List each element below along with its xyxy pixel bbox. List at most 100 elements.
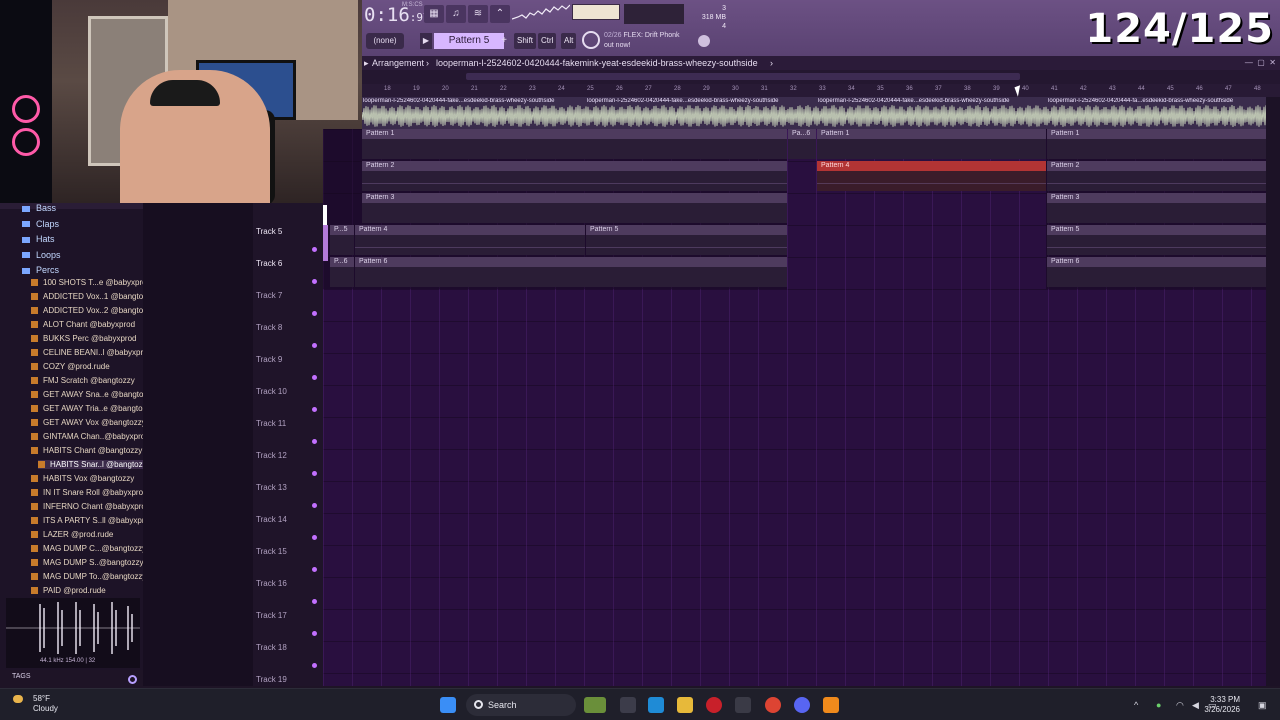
shift-button[interactable]: Shift (514, 33, 537, 49)
browser-sample-item[interactable]: CELINE BEANI..l @babyxprod (31, 348, 152, 357)
browser-sample-item[interactable]: FMJ Scratch @bangtozzy (31, 376, 135, 385)
discord-icon[interactable] (794, 697, 810, 713)
flex-icon[interactable] (582, 31, 600, 49)
chevron-up-icon[interactable]: ^ (1134, 700, 1138, 710)
browser-sample-item[interactable]: GINTAMA Chan..@babyxprod (31, 432, 150, 441)
windows-start-icon[interactable] (440, 697, 456, 713)
browser-sample-item[interactable]: PAID @prod.rude (31, 586, 106, 595)
add-pattern-button[interactable]: + (498, 33, 510, 49)
pattern-clip[interactable]: Pattern 2 (1047, 161, 1266, 191)
pattern-clip[interactable]: Pattern 6 (1047, 257, 1266, 287)
track-name[interactable]: Track 19 (256, 675, 287, 684)
track-name[interactable]: Track 18 (256, 643, 287, 652)
track-mute-dot[interactable] (312, 535, 317, 540)
pattern-clip[interactable]: Pattern 1 (362, 129, 787, 159)
browser-sample-item[interactable]: MAG DUMP C...@bangtozzy (31, 544, 146, 553)
track-name[interactable]: Track 14 (256, 515, 287, 524)
vertical-scrollbar[interactable] (1266, 97, 1280, 686)
track-mute-dot[interactable] (312, 279, 317, 284)
browser-folder[interactable]: Percs (22, 265, 59, 275)
browser-sample-item[interactable]: IN IT Snare Roll @babyxprod (31, 488, 147, 497)
browser-sample-item[interactable]: GET AWAY Tria..e @bangtozzy (31, 404, 155, 413)
browser-sample-item[interactable]: LAZER @prod.rude (31, 530, 113, 539)
pattern-clip[interactable]: P...6 (330, 257, 354, 287)
pattern-clip-selected[interactable]: Pattern 4 (817, 161, 1046, 191)
pattern-clip[interactable]: Pattern 5 (1047, 225, 1266, 255)
track-name[interactable]: Track 5 (256, 227, 282, 236)
timeline-ruler[interactable]: 18 19 20 21 22 23 24 25 26 27 28 29 30 31 32 33 34 35 36 37… (362, 84, 1280, 97)
pattern-clip[interactable]: P...5 (330, 225, 354, 255)
track-name[interactable]: Track 9 (256, 355, 282, 364)
scrollbar-thumb[interactable] (466, 73, 1020, 80)
browser-sample-item[interactable]: HABITS Snar..l @bangtozzy (38, 460, 155, 469)
master-volume-slider[interactable] (572, 4, 620, 20)
browser-sample-item[interactable]: GET AWAY Sna..e @bangtozzy (31, 390, 155, 399)
browser-sample-item[interactable]: ITS A PARTY S..ll @babyxprod (31, 516, 153, 525)
browser-sample-item[interactable]: INFERNO Chant @babyxprod (31, 502, 150, 511)
track-name[interactable]: Track 10 (256, 387, 287, 396)
browser-sample-item[interactable]: GET AWAY Vox @bangtozzy (31, 418, 146, 427)
fl-studio-icon[interactable] (823, 697, 839, 713)
wifi-icon[interactable]: ◠ (1176, 700, 1184, 711)
chrome-icon[interactable] (765, 697, 781, 713)
track-mute-dot[interactable] (312, 439, 317, 444)
track-mute-dot[interactable] (312, 567, 317, 572)
track-name[interactable]: Track 13 (256, 483, 287, 492)
file-explorer-icon[interactable] (677, 697, 693, 713)
search-icon[interactable] (128, 675, 137, 684)
pattern-clip[interactable]: Pattern 5 (586, 225, 787, 255)
track-mute-dot[interactable] (312, 247, 317, 252)
settings-icon[interactable] (698, 35, 710, 47)
system-clock[interactable]: 3:33 PM 3/26/2026 (1204, 695, 1240, 715)
track-mute-dot[interactable] (312, 663, 317, 668)
audio-clip-track[interactable]: looperman-l-2524602-0420444-fake...esdee… (362, 97, 1266, 129)
track-name[interactable]: Track 12 (256, 451, 287, 460)
microphone-icon[interactable]: ● (1156, 700, 1161, 710)
track-name[interactable]: Track 7 (256, 291, 282, 300)
track-name[interactable]: Track 8 (256, 323, 282, 332)
copilot-icon[interactable] (648, 697, 664, 713)
pattern-clip[interactable]: Pattern 1 (817, 129, 1046, 159)
browser-folder[interactable]: Bass (22, 203, 56, 213)
track-name[interactable]: Track 6 (256, 259, 282, 268)
browser-folder[interactable]: Loops (22, 250, 61, 260)
ctrl-button[interactable]: Ctrl (538, 33, 557, 49)
track-mute-dot[interactable] (312, 471, 317, 476)
browser-sample-item[interactable]: HABITS Chant @bangtozzy (31, 446, 142, 455)
window-buttons[interactable]: — ▢ ✕ (1245, 56, 1276, 70)
browser-sample-item[interactable]: ADDICTED Vox..1 @bangtozzy (31, 292, 155, 301)
track-name[interactable]: Track 17 (256, 611, 287, 620)
browser-sample-item[interactable]: ADDICTED Vox..2 @bangtozzy (31, 306, 155, 315)
pattern-clip[interactable]: Pa...6 (788, 129, 816, 159)
track-mute-dot[interactable] (312, 375, 317, 380)
track-name[interactable]: Track 15 (256, 547, 287, 556)
speaker-icon[interactable]: ◀ (1192, 700, 1199, 711)
track-mute-dot[interactable] (312, 599, 317, 604)
browser-sample-item[interactable]: BUKKS Perc @babyxprod (31, 334, 137, 343)
track-mute-dot[interactable] (312, 407, 317, 412)
wait-icon[interactable]: ≋ (468, 5, 488, 23)
browser-sample-item[interactable]: COZY @prod.rude (31, 362, 110, 371)
track-name[interactable]: Track 16 (256, 579, 287, 588)
alt-button[interactable]: Alt (561, 33, 577, 49)
store-icon[interactable] (735, 697, 751, 713)
pattern-none-button[interactable]: (none) (366, 33, 404, 49)
browser-sample-item[interactable]: MAG DUMP S..@bangtozzy (31, 558, 143, 567)
browser-sample-item[interactable]: ALOT Chant @babyxprod (31, 320, 135, 329)
pattern-clip[interactable]: Pattern 1 (1047, 129, 1266, 159)
tempo-icon[interactable]: ♫ (446, 5, 466, 23)
horizontal-scrollbar[interactable] (362, 70, 1280, 84)
track-mute-dot[interactable] (312, 631, 317, 636)
play-icon[interactable]: ▶ (420, 33, 432, 49)
track-mute-dot[interactable] (312, 311, 317, 316)
arrangement-title[interactable]: Arrangement (372, 56, 424, 70)
tags-label[interactable]: TAGS (12, 673, 31, 680)
browser-sample-item[interactable]: 100 SHOTS T...e @babyxprod (31, 278, 151, 287)
pattern-selector[interactable]: Pattern 5 (434, 33, 504, 49)
browser-folder[interactable]: Claps (22, 219, 59, 229)
pattern-clip[interactable]: Pattern 4 (355, 225, 585, 255)
weather-widget[interactable]: 58°F Cloudy (33, 694, 58, 714)
playhead-marker[interactable] (323, 205, 327, 225)
track-mute-dot[interactable] (312, 503, 317, 508)
notification-icon[interactable]: ▣ (1258, 700, 1267, 711)
